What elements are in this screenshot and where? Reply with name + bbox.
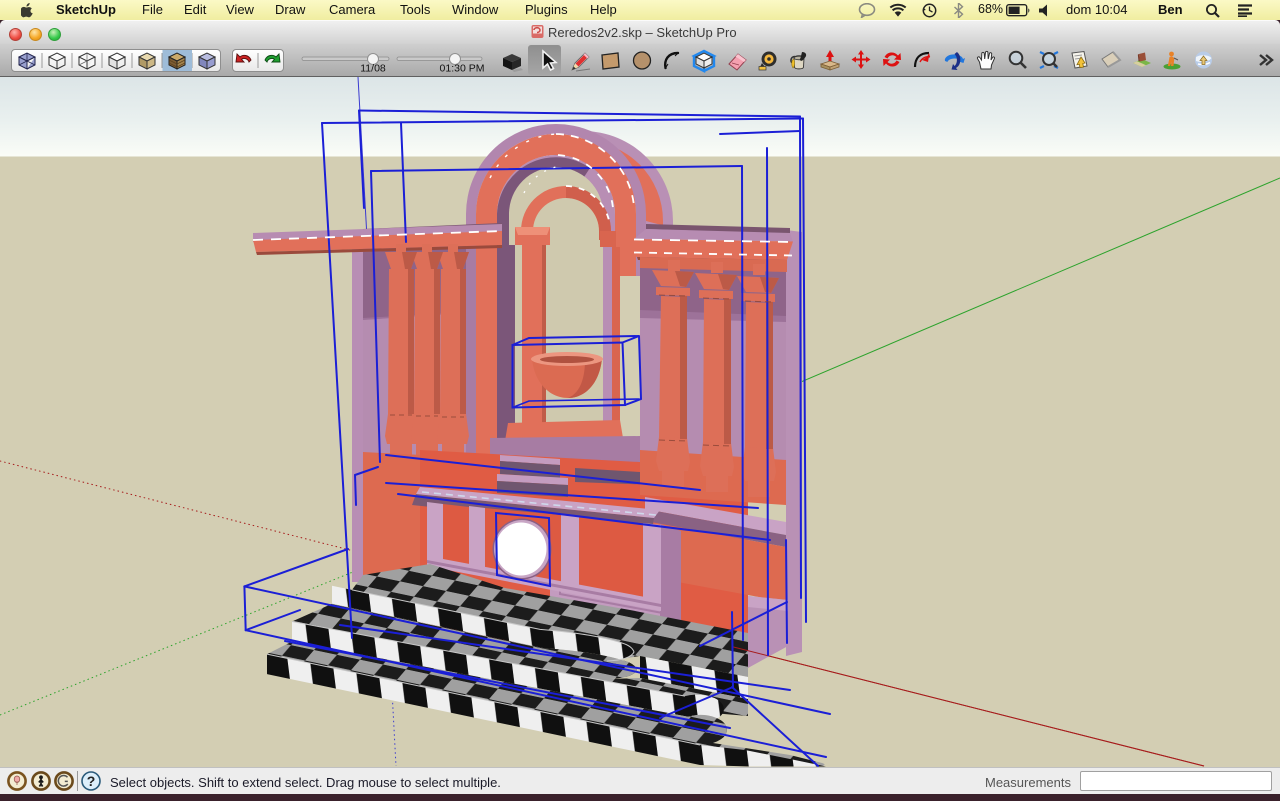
svg-text:?: ?	[87, 773, 96, 789]
svg-text:01:30 PM: 01:30 PM	[440, 63, 485, 75]
svg-text:11/08: 11/08	[360, 63, 386, 75]
